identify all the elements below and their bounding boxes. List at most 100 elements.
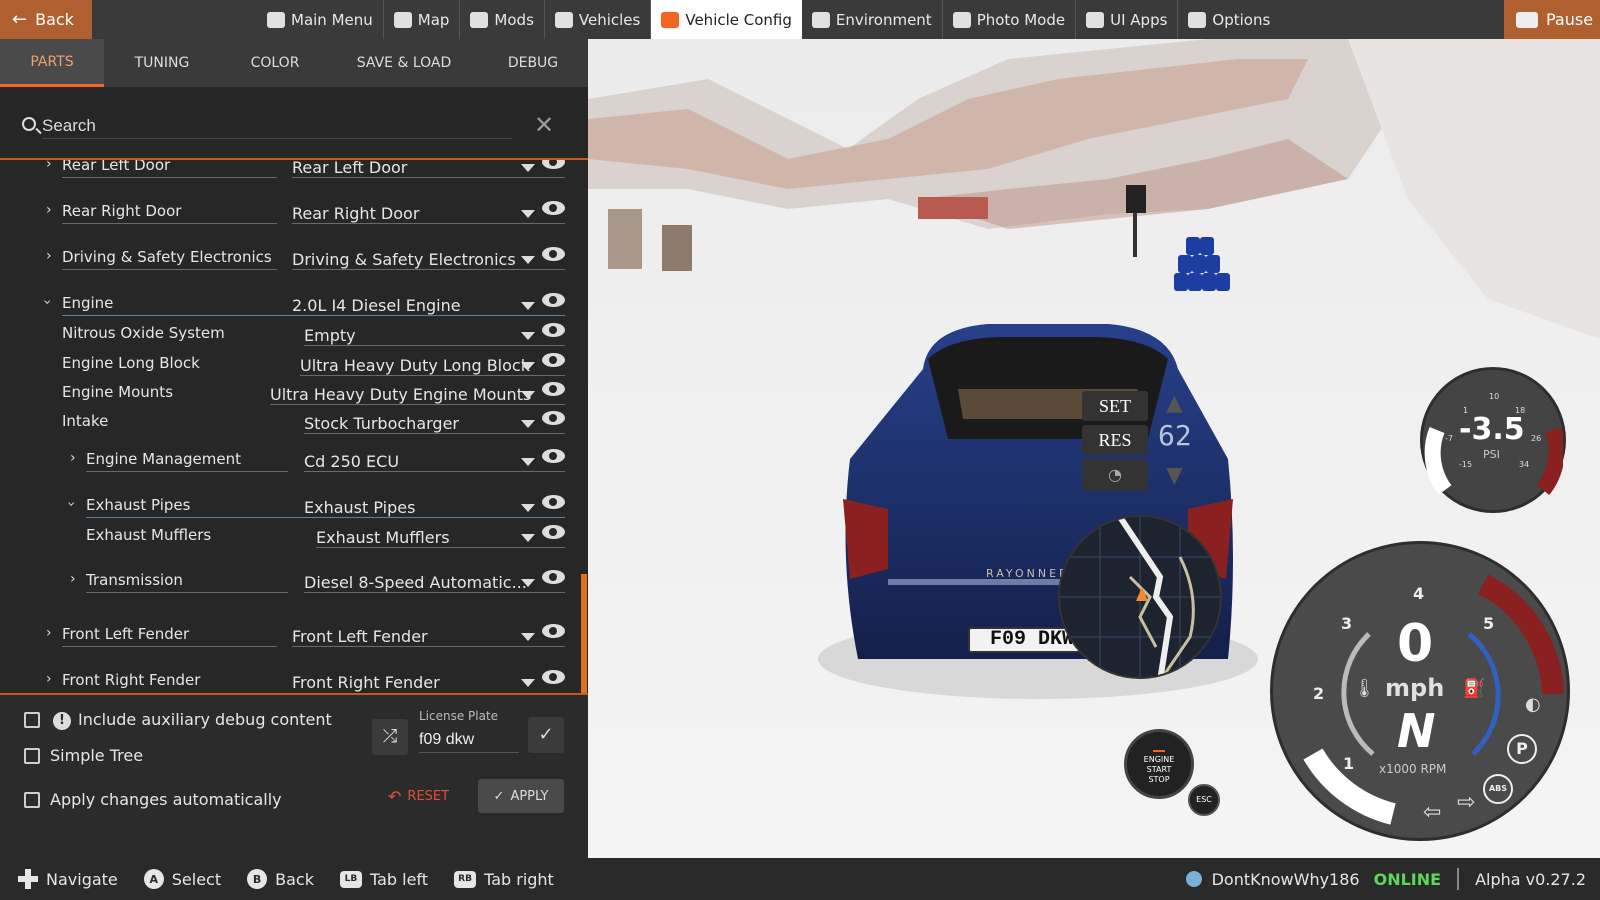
part-select[interactable]: Rear Left Door xyxy=(292,160,407,177)
chevron-down-icon[interactable] xyxy=(521,362,535,370)
tab-tuning[interactable]: TUNING xyxy=(104,39,220,87)
chevron-right-icon[interactable]: › xyxy=(46,202,52,218)
part-select[interactable]: Ultra Heavy Duty Engine Mounts xyxy=(270,385,531,404)
cruise-up-icon[interactable]: ▲ xyxy=(1166,391,1183,416)
chevron-down-icon[interactable] xyxy=(521,302,535,310)
tab-save-load[interactable]: SAVE & LOAD xyxy=(330,39,478,87)
apply-button[interactable]: ✓ APPLY xyxy=(478,779,564,813)
nav-vehicles[interactable]: Vehicles xyxy=(545,0,652,39)
auto-apply-checkbox[interactable] xyxy=(24,792,40,808)
part-row[interactable]: › Transmission Diesel 8-Speed Automatic.… xyxy=(0,567,570,595)
chevron-down-icon[interactable] xyxy=(521,420,535,428)
eye-icon[interactable] xyxy=(542,570,565,584)
cruise-down-icon[interactable]: ▼ xyxy=(1166,463,1183,488)
part-select[interactable]: Ultra Heavy Duty Long Block xyxy=(300,356,530,375)
nav-vehicle-config[interactable]: Vehicle Config xyxy=(651,0,802,39)
part-row[interactable]: Exhaust Mufflers Exhaust Mufflers xyxy=(0,522,570,550)
part-row[interactable]: › Driving & Safety Electronics Driving &… xyxy=(0,244,570,272)
check-icon[interactable]: ✓ xyxy=(528,717,564,753)
eye-icon[interactable] xyxy=(542,525,565,539)
eye-icon[interactable] xyxy=(542,160,565,169)
part-row[interactable]: Nitrous Oxide System Empty xyxy=(0,320,570,348)
nav-mods[interactable]: Mods xyxy=(460,0,545,39)
eye-icon[interactable] xyxy=(542,201,565,215)
nav-environment[interactable]: Environment xyxy=(802,0,943,39)
part-select[interactable]: 2.0L I4 Diesel Engine xyxy=(292,296,461,315)
part-row[interactable]: › Rear Right Door Rear Right Door xyxy=(0,198,570,226)
part-select[interactable]: Exhaust Mufflers xyxy=(316,528,450,547)
close-icon[interactable]: ✕ xyxy=(534,111,554,139)
tab-parts[interactable]: PARTS xyxy=(0,39,104,87)
shuffle-icon[interactable]: ⤮ xyxy=(372,719,408,755)
game-viewport[interactable]: F09 DKW RAYONNER SET RES ◔ ▲ 62 ▼ ENGINE… xyxy=(588,39,1600,858)
debug-checkbox[interactable] xyxy=(24,712,40,728)
part-select[interactable]: Front Right Fender xyxy=(292,673,440,692)
minimap[interactable] xyxy=(1058,515,1222,679)
part-row[interactable]: Intake Stock Turbocharger xyxy=(0,408,570,436)
part-select[interactable]: Stock Turbocharger xyxy=(304,414,459,433)
simple-tree-checkbox[interactable] xyxy=(24,748,40,764)
chevron-down-icon[interactable] xyxy=(521,256,535,264)
part-row[interactable]: Engine Mounts Ultra Heavy Duty Engine Mo… xyxy=(0,379,570,407)
chevron-down-icon[interactable] xyxy=(521,504,535,512)
chevron-right-icon[interactable]: › xyxy=(70,571,76,587)
part-select[interactable]: Empty xyxy=(304,326,356,345)
chevron-down-icon[interactable] xyxy=(521,391,535,399)
chevron-down-icon[interactable] xyxy=(521,210,535,218)
chevron-down-icon[interactable] xyxy=(521,458,535,466)
tab-debug[interactable]: DEBUG xyxy=(478,39,588,87)
reset-button[interactable]: ↶ RESET xyxy=(384,779,464,813)
part-row[interactable]: › Engine Management Cd 250 ECU xyxy=(0,446,570,474)
chevron-down-icon[interactable] xyxy=(521,579,535,587)
chevron-right-icon[interactable]: › xyxy=(46,248,52,264)
part-select[interactable]: Exhaust Pipes xyxy=(304,498,415,517)
chevron-down-icon[interactable] xyxy=(521,332,535,340)
part-select[interactable]: Front Left Fender xyxy=(292,627,428,646)
engine-start-stop-button[interactable]: ENGINE START STOP xyxy=(1124,729,1194,799)
chevron-down-icon[interactable] xyxy=(521,164,535,172)
chevron-right-icon[interactable]: › xyxy=(46,625,52,641)
part-select[interactable]: Diesel 8-Speed Automatic... xyxy=(304,573,527,592)
nav-map[interactable]: Map xyxy=(384,0,461,39)
eye-icon[interactable] xyxy=(542,293,565,307)
part-row-engine[interactable]: › Engine 2.0L I4 Diesel Engine xyxy=(0,290,570,318)
nav-ui-apps[interactable]: UI Apps xyxy=(1076,0,1179,39)
chevron-down-icon[interactable]: › xyxy=(39,299,55,305)
eye-icon[interactable] xyxy=(542,624,565,638)
tree-scrollbar[interactable] xyxy=(581,574,587,693)
speedometer-small-icon[interactable]: ◔ xyxy=(1082,459,1148,491)
eye-icon[interactable] xyxy=(542,323,565,337)
tab-color[interactable]: COLOR xyxy=(220,39,330,87)
nav-photo-mode[interactable]: Photo Mode xyxy=(943,0,1077,39)
chevron-right-icon[interactable]: › xyxy=(70,450,76,466)
chevron-down-icon[interactable]: › xyxy=(63,501,79,507)
chevron-right-icon[interactable]: › xyxy=(46,671,52,687)
part-row[interactable]: › Front Left Fender Front Left Fender xyxy=(0,621,570,649)
chevron-right-icon[interactable]: › xyxy=(46,160,52,172)
eye-icon[interactable] xyxy=(542,382,565,396)
eye-icon[interactable] xyxy=(542,449,565,463)
nav-options[interactable]: Options xyxy=(1178,0,1280,39)
eye-icon[interactable] xyxy=(542,247,565,261)
search-input[interactable] xyxy=(42,113,512,139)
chevron-down-icon[interactable] xyxy=(521,534,535,542)
eye-icon[interactable] xyxy=(542,353,565,367)
eye-icon[interactable] xyxy=(542,411,565,425)
nav-main-menu[interactable]: Main Menu xyxy=(257,0,384,39)
cruise-res-button[interactable]: RES xyxy=(1082,425,1148,455)
back-button[interactable]: ← Back xyxy=(0,0,92,39)
part-row[interactable]: Engine Long Block Ultra Heavy Duty Long … xyxy=(0,350,570,378)
eye-icon[interactable] xyxy=(542,670,565,684)
part-select[interactable]: Rear Right Door xyxy=(292,204,419,223)
part-row[interactable]: › Rear Left Door Rear Left Door xyxy=(0,160,570,180)
cruise-set-button[interactable]: SET xyxy=(1082,391,1148,421)
eye-icon[interactable] xyxy=(542,495,565,509)
part-select[interactable]: Driving & Safety Electronics xyxy=(292,250,516,269)
pause-button[interactable]: Pause xyxy=(1504,0,1600,39)
part-select[interactable]: Cd 250 ECU xyxy=(304,452,399,471)
license-plate-input[interactable] xyxy=(419,727,519,753)
username[interactable]: DontKnowWhy186 xyxy=(1212,870,1360,889)
part-row[interactable]: › Front Right Fender Front Right Fender xyxy=(0,667,570,693)
chevron-down-icon[interactable] xyxy=(521,679,535,687)
part-row-exhaust[interactable]: › Exhaust Pipes Exhaust Pipes xyxy=(0,492,570,520)
